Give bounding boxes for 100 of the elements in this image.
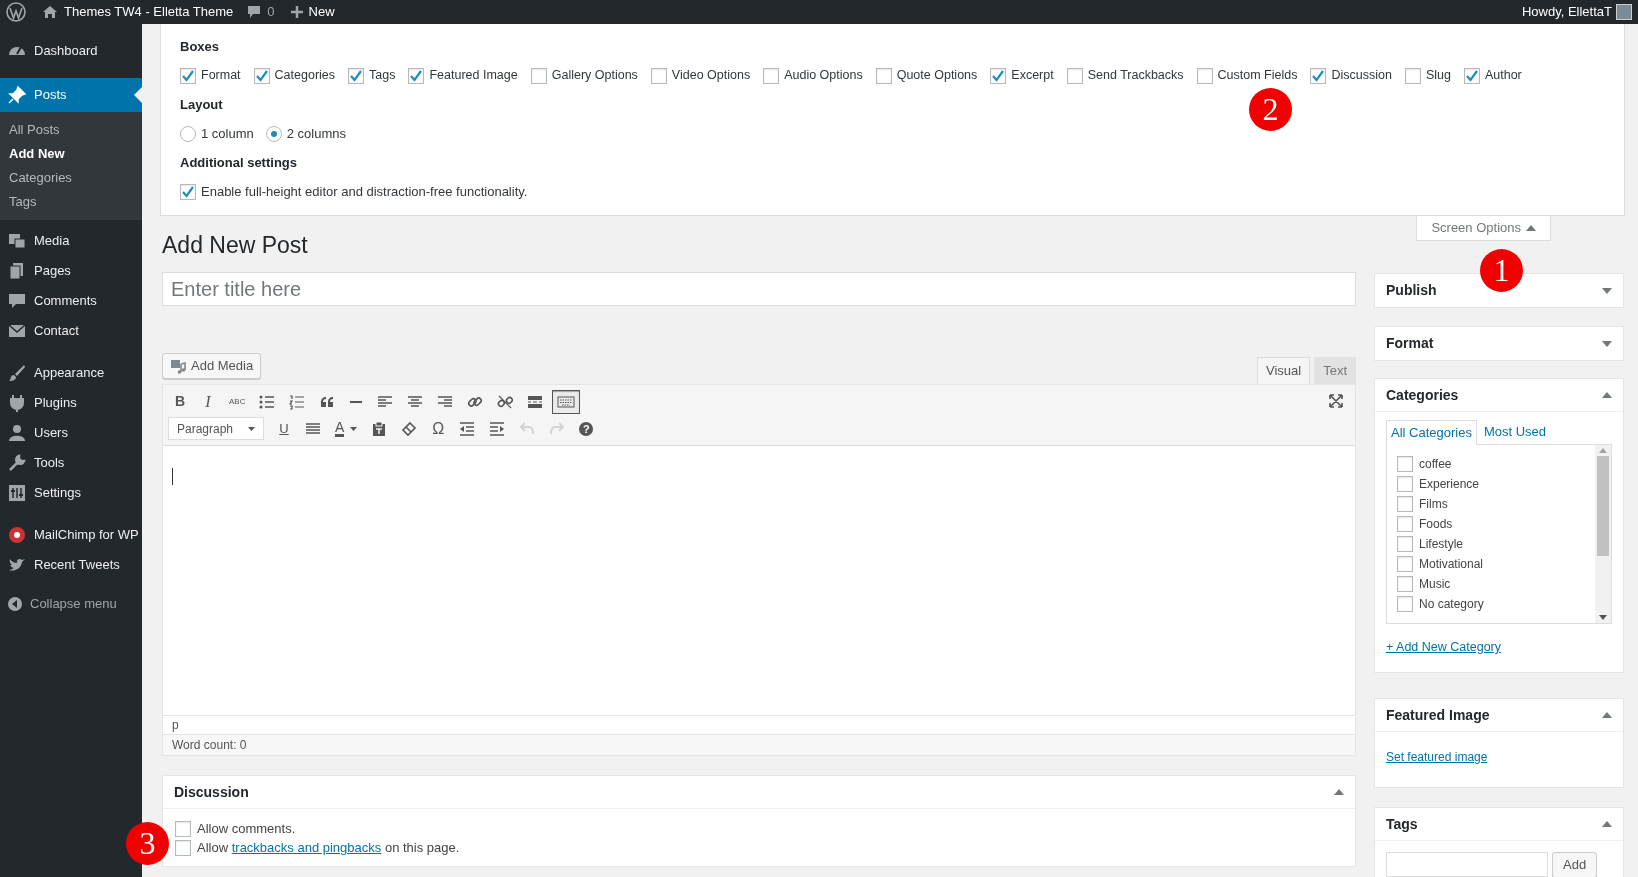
menu-item[interactable]: Posts bbox=[0, 78, 142, 112]
box-title: Publish bbox=[1386, 281, 1437, 300]
numbered-list-icon bbox=[289, 393, 306, 410]
scrollbar[interactable] bbox=[1595, 445, 1611, 623]
checkbox[interactable] bbox=[530, 67, 547, 84]
add-tag-button[interactable]: Add bbox=[1552, 852, 1598, 877]
collapse-menu-button[interactable]: Collapse menu bbox=[0, 592, 142, 616]
checkbox-label: Featured Image bbox=[429, 67, 518, 85]
caret-up-icon[interactable] bbox=[1602, 392, 1612, 398]
radio-button[interactable] bbox=[180, 125, 196, 142]
speech-bubble-icon[interactable] bbox=[247, 5, 262, 19]
menu-item[interactable]: Appearance bbox=[0, 358, 142, 388]
caret-down-icon[interactable] bbox=[1602, 287, 1612, 294]
menu-item[interactable]: Dashboard bbox=[0, 36, 142, 66]
format-dropdown[interactable]: Paragraph bbox=[168, 417, 264, 440]
toolbar-button[interactable]: I bbox=[196, 389, 220, 414]
checkbox[interactable] bbox=[763, 67, 780, 84]
caret-down-icon[interactable] bbox=[1602, 340, 1612, 347]
checkbox[interactable] bbox=[253, 67, 270, 84]
element-path: p bbox=[172, 717, 179, 734]
submenu-item[interactable]: Categories bbox=[0, 166, 142, 190]
menu-item[interactable]: Contact bbox=[0, 316, 142, 346]
radio-button[interactable] bbox=[265, 125, 282, 142]
editor-tab[interactable]: Text bbox=[1314, 357, 1356, 384]
scroll-up-icon[interactable] bbox=[1599, 448, 1607, 453]
checkbox[interactable] bbox=[1397, 536, 1413, 552]
plus-icon[interactable] bbox=[290, 6, 303, 18]
avatar-placeholder[interactable] bbox=[1616, 4, 1632, 20]
tag-input-field[interactable] bbox=[1386, 852, 1548, 877]
menu-item[interactable]: Tools bbox=[0, 448, 142, 478]
site-name-link[interactable]: Themes TW4 - Elletta Theme bbox=[64, 2, 234, 22]
add-media-button[interactable]: Add Media bbox=[162, 353, 262, 379]
checkbox-label: Custom Fields bbox=[1217, 67, 1298, 85]
editor-tab[interactable]: Visual bbox=[1256, 357, 1311, 384]
checkbox[interactable] bbox=[990, 67, 1007, 84]
menu-item[interactable]: Comments bbox=[0, 286, 142, 316]
checkbox[interactable] bbox=[348, 67, 365, 84]
checkbox[interactable] bbox=[408, 67, 425, 84]
checkbox[interactable] bbox=[1397, 476, 1413, 492]
menu-item[interactable]: Users bbox=[0, 418, 142, 448]
checkbox[interactable] bbox=[1397, 496, 1413, 512]
greeting-link[interactable]: Howdy, EllettaT bbox=[1521, 2, 1612, 22]
category-tab[interactable]: Most Used bbox=[1476, 419, 1554, 444]
align-right-icon bbox=[437, 393, 454, 410]
checkbox[interactable] bbox=[1196, 67, 1213, 84]
paintbrush-icon bbox=[7, 363, 27, 383]
broken-link-icon bbox=[497, 393, 514, 410]
toolbar-button[interactable]: B bbox=[168, 389, 192, 414]
scrollbar-thumb[interactable] bbox=[1597, 456, 1609, 556]
menu-item[interactable]: Plugins bbox=[0, 388, 142, 418]
toolbar-button[interactable]: U bbox=[272, 416, 296, 441]
menu-item[interactable]: MailChimp for WP bbox=[0, 520, 142, 550]
checkbox[interactable] bbox=[1404, 67, 1421, 84]
checkbox[interactable] bbox=[1397, 576, 1413, 592]
caret-up-icon[interactable] bbox=[1602, 821, 1612, 827]
undo-arrow-icon bbox=[519, 420, 536, 437]
checkbox[interactable] bbox=[1066, 67, 1083, 84]
checkbox[interactable] bbox=[1397, 556, 1413, 572]
checkbox[interactable] bbox=[1463, 67, 1480, 84]
toolbar-button[interactable]: ? bbox=[574, 416, 599, 441]
submenu-item[interactable]: All Posts bbox=[0, 118, 142, 142]
caret-up-icon[interactable] bbox=[1526, 225, 1536, 231]
toolbar-button[interactable]: Ω bbox=[426, 416, 451, 441]
toolbar-button[interactable] bbox=[552, 389, 581, 414]
menu-item[interactable]: Media bbox=[0, 226, 142, 256]
menu-item[interactable]: Pages bbox=[0, 256, 142, 286]
submenu-item[interactable]: Tags bbox=[0, 190, 142, 214]
checkbox[interactable] bbox=[650, 67, 667, 84]
inline-link[interactable]: trackbacks and pingbacks bbox=[231, 840, 382, 856]
add-category-link[interactable]: + Add New Category bbox=[1386, 640, 1501, 654]
checkbox[interactable] bbox=[175, 840, 191, 856]
checkbox[interactable] bbox=[1310, 67, 1327, 84]
toolbar-button[interactable]: A bbox=[330, 416, 363, 441]
scroll-down-icon[interactable] bbox=[1599, 615, 1607, 620]
home-icon[interactable] bbox=[42, 5, 58, 19]
title-field[interactable]: Enter title here bbox=[162, 272, 1356, 306]
checkbox[interactable] bbox=[180, 67, 196, 84]
checkbox-label: Send Trackbacks bbox=[1087, 67, 1184, 85]
comment-count[interactable]: 0 bbox=[267, 2, 275, 22]
option-text: Allow trackbacks and pingbacks on this page. bbox=[197, 839, 460, 858]
screen-options-tab[interactable]: Screen Options bbox=[1416, 216, 1551, 241]
menu-item[interactable]: Settings bbox=[0, 478, 142, 508]
checkbox[interactable] bbox=[1397, 456, 1413, 472]
plug-icon bbox=[7, 393, 27, 413]
set-featured-image-link[interactable]: Set featured image bbox=[1386, 750, 1488, 764]
submenu-item[interactable]: Add New bbox=[0, 142, 142, 166]
category-tab[interactable]: All Categories bbox=[1386, 420, 1477, 445]
align-center-icon bbox=[407, 393, 424, 410]
checkbox[interactable] bbox=[1397, 596, 1413, 612]
wordpress-logo-icon[interactable] bbox=[6, 2, 26, 22]
checkbox[interactable] bbox=[1397, 516, 1413, 532]
new-link[interactable]: New bbox=[308, 2, 335, 22]
caret-up-icon[interactable] bbox=[1334, 789, 1344, 795]
caret-up-icon[interactable] bbox=[1602, 712, 1612, 718]
checkbox[interactable] bbox=[875, 67, 892, 84]
toolbar-button[interactable]: ABC bbox=[224, 389, 251, 414]
checkbox[interactable] bbox=[180, 183, 196, 200]
menu-item[interactable]: Recent Tweets bbox=[0, 550, 142, 580]
checkbox-label: Foods bbox=[1419, 516, 1453, 533]
checkbox[interactable] bbox=[175, 821, 191, 837]
